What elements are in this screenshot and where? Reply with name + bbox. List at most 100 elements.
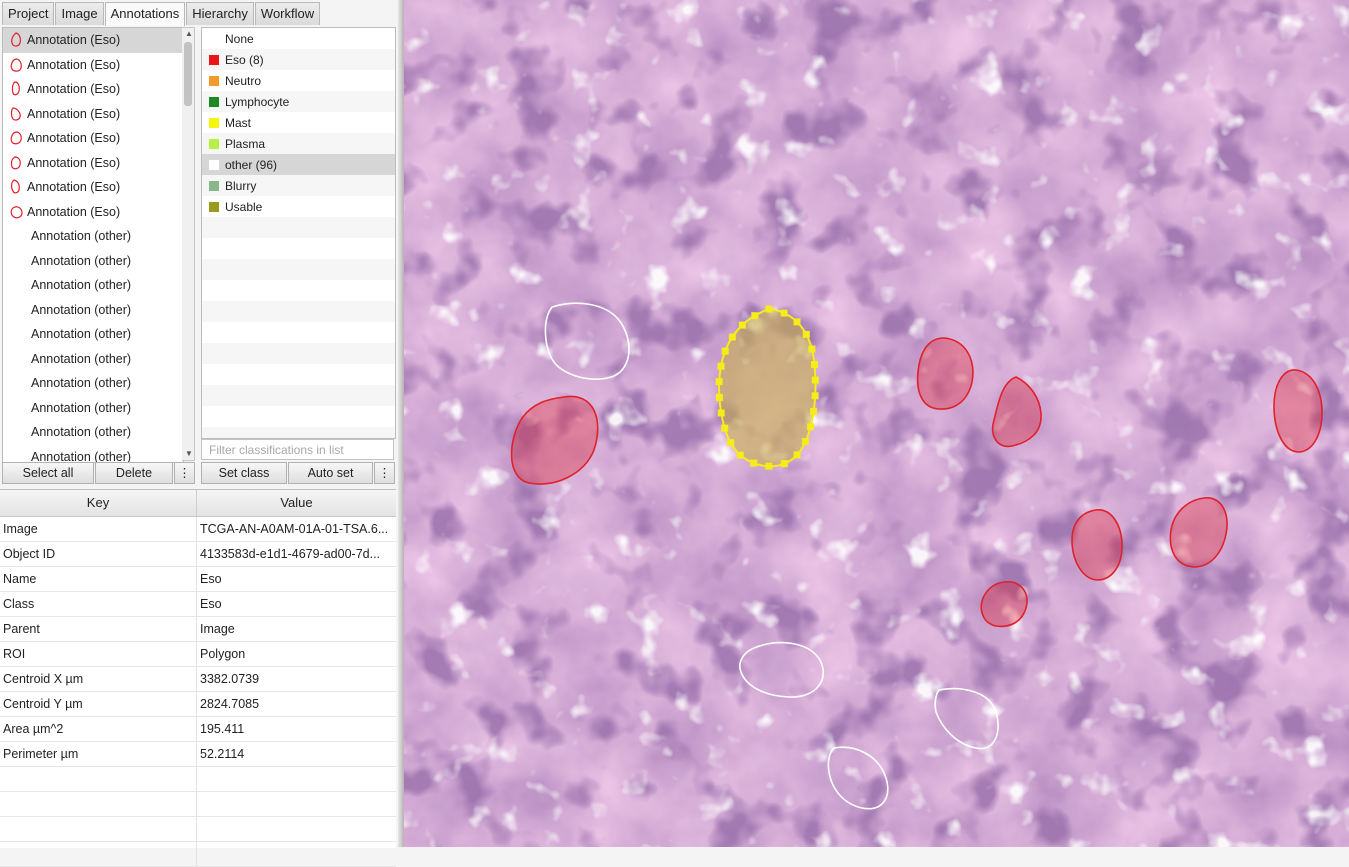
annotation-list-item[interactable]: Annotation (Eso) [3, 53, 183, 78]
tab-workflow[interactable]: Workflow [254, 2, 321, 25]
vertex-handle[interactable] [736, 451, 744, 459]
annotation-list[interactable]: Annotation (Eso) Annotation (Eso) Annotati… [2, 27, 184, 463]
vertex-handle[interactable] [801, 438, 809, 446]
scroll-up-arrow-icon[interactable]: ▲ [185, 30, 193, 38]
annotation-list-item[interactable]: Annotation (other) [3, 396, 183, 421]
annotation-list-item[interactable]: Annotation (Eso) [3, 77, 183, 102]
vertex-handle[interactable] [811, 392, 819, 400]
property-row[interactable]: Class Eso [0, 592, 396, 617]
vertex-handle[interactable] [717, 362, 725, 370]
vertex-handle[interactable] [780, 309, 788, 317]
vertex-handle[interactable] [715, 393, 723, 401]
property-empty-cell [0, 817, 197, 841]
vertex-handle[interactable] [780, 460, 788, 468]
vertex-handle[interactable] [793, 318, 801, 326]
annotation-list-scrollbar[interactable]: ▲ ▼ [182, 27, 195, 461]
vertex-handle[interactable] [810, 407, 818, 415]
vertex-handle[interactable] [793, 451, 801, 459]
key-column-header[interactable]: Key [0, 490, 197, 516]
annotation-list-item[interactable]: Annotation (other) [3, 347, 183, 372]
annotation-list-item[interactable]: Annotation (Eso) [3, 102, 183, 127]
vertex-handle[interactable] [738, 321, 746, 329]
polygon-annotation-icon [10, 156, 21, 170]
auto-set-button[interactable]: Auto set [288, 462, 373, 484]
eso-annotation-shape[interactable] [1273, 369, 1323, 453]
property-row[interactable]: Object ID 4133583d-e1d1-4679-ad00-7d... [0, 542, 396, 567]
class-list-item[interactable]: other (96) [202, 154, 395, 175]
vertex-handle[interactable] [715, 378, 723, 386]
vertex-handle[interactable] [807, 423, 815, 431]
scrollbar-thumb[interactable] [184, 42, 192, 106]
class-list-item[interactable]: Mast [202, 112, 395, 133]
property-empty-row [0, 817, 396, 842]
annotation-list-item[interactable]: Annotation (other) [3, 298, 183, 323]
image-viewer[interactable] [403, 0, 1349, 847]
vertex-handle[interactable] [721, 424, 729, 432]
vertex-handle[interactable] [750, 459, 758, 467]
value-column-header[interactable]: Value [197, 490, 396, 516]
vertex-handle[interactable] [802, 330, 810, 338]
annotation-list-item[interactable]: Annotation (other) [3, 371, 183, 396]
class-list-item[interactable]: None [202, 28, 395, 49]
property-row[interactable]: Centroid X µm 3382.0739 [0, 667, 396, 692]
annotation-list-item[interactable]: Annotation (Eso) [3, 151, 183, 176]
tab-hierarchy[interactable]: Hierarchy [186, 2, 254, 25]
class-list-item[interactable]: Neutro [202, 70, 395, 91]
vertex-handle[interactable] [765, 305, 773, 313]
slide-canvas[interactable] [404, 0, 1349, 847]
vertex-handle[interactable] [811, 361, 818, 368]
annotation-list-item-label: Annotation (Eso) [27, 57, 121, 72]
annotation-list-item[interactable]: Annotation (Eso) [3, 175, 183, 200]
vertex-handle[interactable] [717, 409, 725, 417]
class-list-item-label: Neutro [225, 73, 262, 88]
vertex-handle[interactable] [728, 333, 736, 341]
annotation-list-item[interactable]: Annotation (other) [3, 322, 183, 347]
set-class-button[interactable]: Set class [201, 462, 287, 484]
annotation-list-item[interactable]: Annotation (other) [3, 420, 183, 445]
vertex-handle[interactable] [808, 345, 816, 353]
class-filter-input[interactable] [201, 439, 394, 460]
eso-annotation-shape[interactable] [1071, 509, 1123, 581]
vertex-handle[interactable] [727, 439, 735, 447]
annotation-list-item-label: Annotation (Eso) [27, 180, 121, 195]
property-row[interactable]: Name Eso [0, 567, 396, 592]
tab-annotations[interactable]: Annotations [104, 2, 186, 26]
annotation-more-button[interactable]: ⋮ [174, 462, 195, 484]
annotation-list-item[interactable]: Annotation (other) [3, 445, 183, 462]
tab-image[interactable]: Image [55, 2, 104, 25]
scroll-down-arrow-icon[interactable]: ▼ [185, 450, 193, 458]
property-row[interactable]: ROI Polygon [0, 642, 396, 667]
property-row[interactable]: Parent Image [0, 617, 396, 642]
class-list-item[interactable]: Eso (8) [202, 49, 395, 70]
property-row[interactable]: Image TCGA-AN-A0AM-01A-01-TSA.6... [0, 517, 396, 542]
property-row[interactable]: Centroid Y µm 2824.7085 [0, 692, 396, 717]
tab-project[interactable]: Project [2, 2, 55, 25]
annotation-list-item[interactable]: Annotation (other) [3, 249, 183, 274]
class-list-item[interactable]: Usable [202, 196, 395, 217]
polygon-annotation-icon [11, 179, 20, 194]
class-list-item[interactable]: Plasma [202, 133, 395, 154]
vertex-handle[interactable] [751, 312, 759, 320]
annotation-list-item[interactable]: Annotation (other) [3, 224, 183, 249]
property-row[interactable]: Area µm^2 195.411 [0, 717, 396, 742]
vertex-handle[interactable] [721, 347, 729, 355]
select-all-button[interactable]: Select all [2, 462, 94, 484]
annotation-list-item-label: Annotation (other) [31, 302, 132, 317]
annotation-list-item-label: Annotation (other) [31, 253, 132, 268]
classification-list[interactable]: None Eso (8) Neutro Lymphocyte Mast Plasma oth… [201, 27, 396, 439]
annotation-list-item[interactable]: Annotation (Eso) [3, 200, 183, 225]
property-row[interactable]: Perimeter µm 52.2114 [0, 742, 396, 767]
eso-annotation-shape[interactable] [916, 337, 974, 410]
property-empty-cell [197, 792, 396, 816]
annotation-list-item[interactable]: Annotation (Eso) [3, 28, 183, 53]
vertex-handle[interactable] [811, 376, 819, 384]
annotation-list-item[interactable]: Annotation (other) [3, 273, 183, 298]
annotation-list-item[interactable]: Annotation (Eso) [3, 126, 183, 151]
delete-button[interactable]: Delete [95, 462, 173, 484]
class-more-button[interactable]: ⋮ [374, 462, 395, 484]
class-list-item[interactable]: Lymphocyte [202, 91, 395, 112]
property-key: ROI [0, 642, 197, 666]
property-empty-cell [0, 792, 197, 816]
class-list-item[interactable]: Blurry [202, 175, 395, 196]
vertex-handle[interactable] [765, 462, 773, 470]
